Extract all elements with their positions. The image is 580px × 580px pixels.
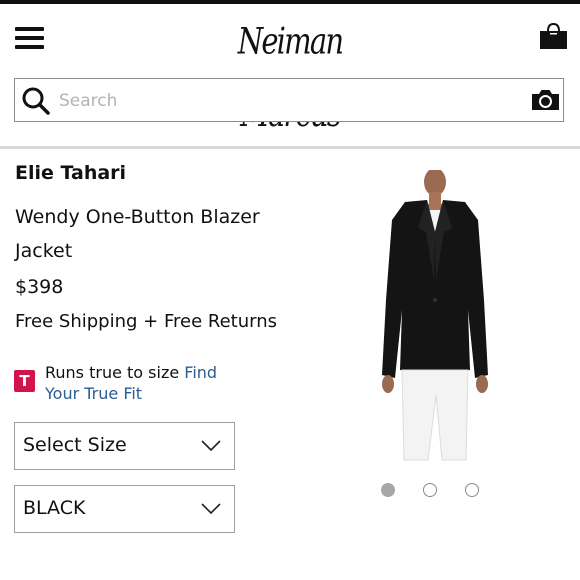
search-icon[interactable] — [21, 86, 51, 116]
search-bar[interactable] — [14, 78, 564, 122]
carousel-dot-2[interactable] — [423, 483, 437, 497]
product-image[interactable] — [350, 170, 520, 470]
search-input[interactable] — [57, 86, 501, 116]
chevron-down-icon — [201, 440, 221, 452]
fit-status-text: Runs true to size — [45, 363, 180, 382]
size-select[interactable]: Select Size — [14, 422, 235, 470]
hamburger-menu-icon[interactable] — [15, 27, 44, 49]
product-title: Wendy One-Button Blazer Jacket — [15, 206, 260, 262]
size-select-value: Select Size — [23, 434, 127, 456]
color-select-value: BLACK — [23, 497, 86, 519]
shopping-bag-icon[interactable] — [539, 22, 568, 50]
shipping-info: Free Shipping + Free Returns — [15, 311, 277, 332]
camera-icon[interactable] — [530, 88, 561, 112]
chevron-down-icon — [201, 503, 221, 515]
header-divider — [0, 146, 580, 149]
product-price: $398 — [15, 276, 64, 298]
carousel-dot-1[interactable] — [381, 483, 395, 497]
brand-name[interactable]: Elie Tahari — [15, 162, 126, 184]
truefit-badge-icon: T — [14, 370, 35, 392]
fit-info: Runs true to size Find Your True Fit — [45, 362, 245, 404]
logo[interactable]: Neiman Marcus — [190, 5, 390, 135]
color-select[interactable]: BLACK — [14, 485, 235, 533]
top-border — [0, 0, 580, 4]
carousel-dot-3[interactable] — [465, 483, 479, 497]
